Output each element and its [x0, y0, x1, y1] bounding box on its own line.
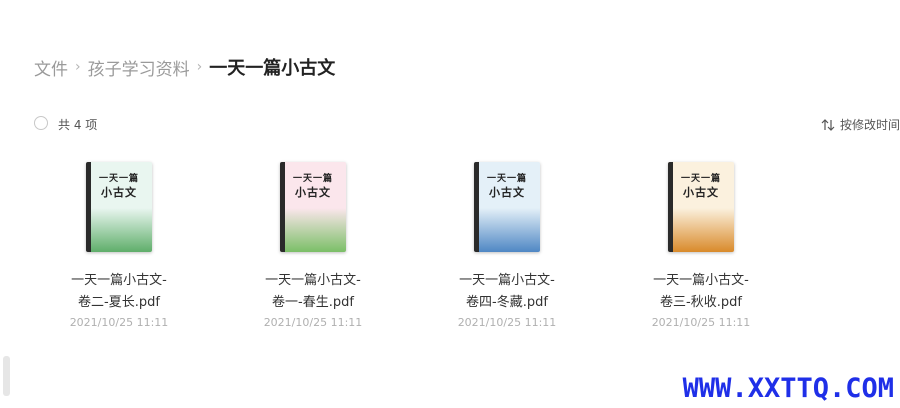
file-name-line: 一天一篇小古文- [265, 273, 361, 288]
breadcrumb-item-files[interactable]: 文件 [34, 55, 68, 80]
file-name[interactable]: 一天一篇小古文- 卷一-春生.pdf [258, 270, 368, 314]
pdf-thumbnail: 一天一篇 小古文 [280, 162, 346, 252]
cover-subtitle: 小古文 [101, 186, 137, 199]
file-name[interactable]: 一天一篇小古文- 卷四-冬藏.pdf [452, 270, 562, 314]
file-item[interactable]: 一天一篇 小古文 一天一篇小古文- 卷三-秋收.pdf 2021/10/25 1… [646, 160, 756, 329]
file-date: 2021/10/25 11:11 [69, 316, 169, 329]
page-title: 一天一篇小古文 [209, 58, 336, 79]
cover-illustration [285, 208, 346, 252]
file-date: 2021/10/25 11:11 [651, 316, 751, 329]
cover-title: 一天一篇 [98, 174, 139, 184]
file-item[interactable]: 一天一篇 小古文 一天一篇小古文- 卷四-冬藏.pdf 2021/10/25 1… [452, 160, 562, 329]
chevron-right-icon: › [75, 59, 81, 75]
file-name-line: 一天一篇小古文- [459, 273, 555, 288]
pdf-thumbnail: 一天一篇 小古文 [474, 162, 540, 252]
cover-illustration [91, 208, 152, 252]
cover-title: 一天一篇 [486, 174, 527, 184]
file-name-line: 卷四-冬藏.pdf [466, 295, 548, 310]
breadcrumb-item-kids-materials[interactable]: 孩子学习资料 [88, 55, 190, 80]
cover-illustration [673, 208, 734, 252]
list-toolbar: 共 4 项 按修改时间 [34, 114, 900, 134]
file-date: 2021/10/25 11:11 [457, 316, 557, 329]
item-count: 共 4 项 [58, 118, 98, 132]
file-date: 2021/10/25 11:11 [263, 316, 363, 329]
sort-icon [821, 118, 835, 131]
file-name-line: 卷一-春生.pdf [272, 295, 354, 310]
pdf-thumbnail: 一天一篇 小古文 [668, 162, 734, 252]
file-item[interactable]: 一天一篇 小古文 一天一篇小古文- 卷二-夏长.pdf 2021/10/25 1… [64, 160, 174, 329]
file-name-line: 一天一篇小古文- [71, 273, 167, 288]
sort-button[interactable]: 按修改时间 [821, 116, 900, 133]
file-name[interactable]: 一天一篇小古文- 卷三-秋收.pdf [646, 270, 756, 314]
pdf-thumbnail: 一天一篇 小古文 [86, 162, 152, 252]
watermark: WWW.XXTTQ.COM [682, 373, 894, 404]
file-name-line: 卷二-夏长.pdf [78, 295, 160, 310]
cover-subtitle: 小古文 [683, 186, 719, 199]
cover-title: 一天一篇 [292, 174, 333, 184]
drag-handle[interactable] [3, 356, 10, 396]
select-all-checkbox[interactable] [34, 116, 48, 130]
file-name-line: 一天一篇小古文- [653, 273, 749, 288]
file-name-line: 卷三-秋收.pdf [660, 295, 742, 310]
file-name[interactable]: 一天一篇小古文- 卷二-夏长.pdf [64, 270, 174, 314]
chevron-right-icon: › [196, 59, 203, 75]
sort-label: 按修改时间 [839, 118, 900, 132]
file-item[interactable]: 一天一篇 小古文 一天一篇小古文- 卷一-春生.pdf 2021/10/25 1… [258, 160, 368, 329]
cover-illustration [479, 208, 540, 252]
cover-subtitle: 小古文 [295, 186, 331, 199]
breadcrumb: 文件 › 孩子学习资料 › 一天一篇小古文 [34, 52, 335, 82]
cover-subtitle: 小古文 [489, 186, 525, 199]
cover-title: 一天一篇 [680, 174, 721, 184]
